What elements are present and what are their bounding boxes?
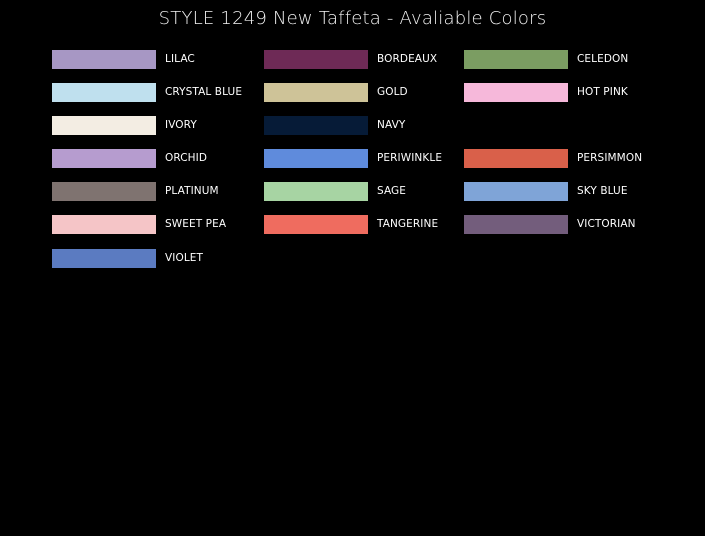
color-label: IVORY [165,119,197,131]
swatch-bordeaux: BORDEAUX [264,49,437,69]
color-chip [464,148,568,168]
swatch-lilac: LILAC [52,49,195,69]
color-chip [52,214,156,234]
swatch-navy: NAVY [264,115,405,135]
color-label: CELEDON [577,53,629,65]
swatch-ivory: IVORY [52,115,197,135]
color-swatch-grid: LILAC CRYSTAL BLUE IVORY ORCHID PLATINUM… [0,0,705,536]
color-chip [464,214,568,234]
color-label: LILAC [165,53,195,65]
color-chip [464,49,568,69]
color-label: ORCHID [165,152,208,164]
color-label: HOT PINK [577,86,628,98]
color-chip [264,49,368,69]
color-label: GOLD [377,86,408,98]
swatch-hot-pink: HOT PINK [464,82,628,102]
color-label: TANGERINE [377,218,439,230]
swatch-gold: GOLD [264,82,408,102]
color-chip [52,181,156,201]
color-chip [264,148,368,168]
color-label: CRYSTAL BLUE [165,86,243,98]
color-chip [464,181,568,201]
color-chip [264,181,368,201]
color-label: SAGE [377,185,407,197]
swatch-persimmon: PERSIMMON [464,148,642,168]
color-chip [264,82,368,102]
color-label: PERSIMMON [577,152,643,164]
color-chip [52,49,156,69]
color-label: PERIWINKLE [377,152,443,164]
color-chip [264,115,368,135]
color-chip [52,248,156,268]
color-label: VICTORIAN [577,218,636,230]
swatch-platinum: PLATINUM [52,181,219,201]
swatch-tangerine: TANGERINE [264,214,438,234]
swatch-celedon: CELEDON [464,49,628,69]
swatch-victorian: VICTORIAN [464,214,636,234]
color-chip [52,82,156,102]
color-chip [264,214,368,234]
swatch-sky-blue: SKY BLUE [464,181,628,201]
swatch-sweet-pea: SWEET PEA [52,214,226,234]
swatch-periwinkle: PERIWINKLE [264,148,442,168]
color-label: NAVY [377,119,406,131]
color-label: SKY BLUE [577,185,628,197]
color-label: SWEET PEA [165,218,227,230]
color-chip [464,82,568,102]
color-chip [52,115,156,135]
swatch-violet: VIOLET [52,248,203,268]
color-label: PLATINUM [165,185,219,197]
swatch-crystal-blue: CRYSTAL BLUE [52,82,242,102]
swatch-sage: SAGE [264,181,406,201]
color-label: VIOLET [165,252,204,264]
swatch-orchid: ORCHID [52,148,207,168]
color-chip [52,148,156,168]
color-label: BORDEAUX [377,53,438,65]
